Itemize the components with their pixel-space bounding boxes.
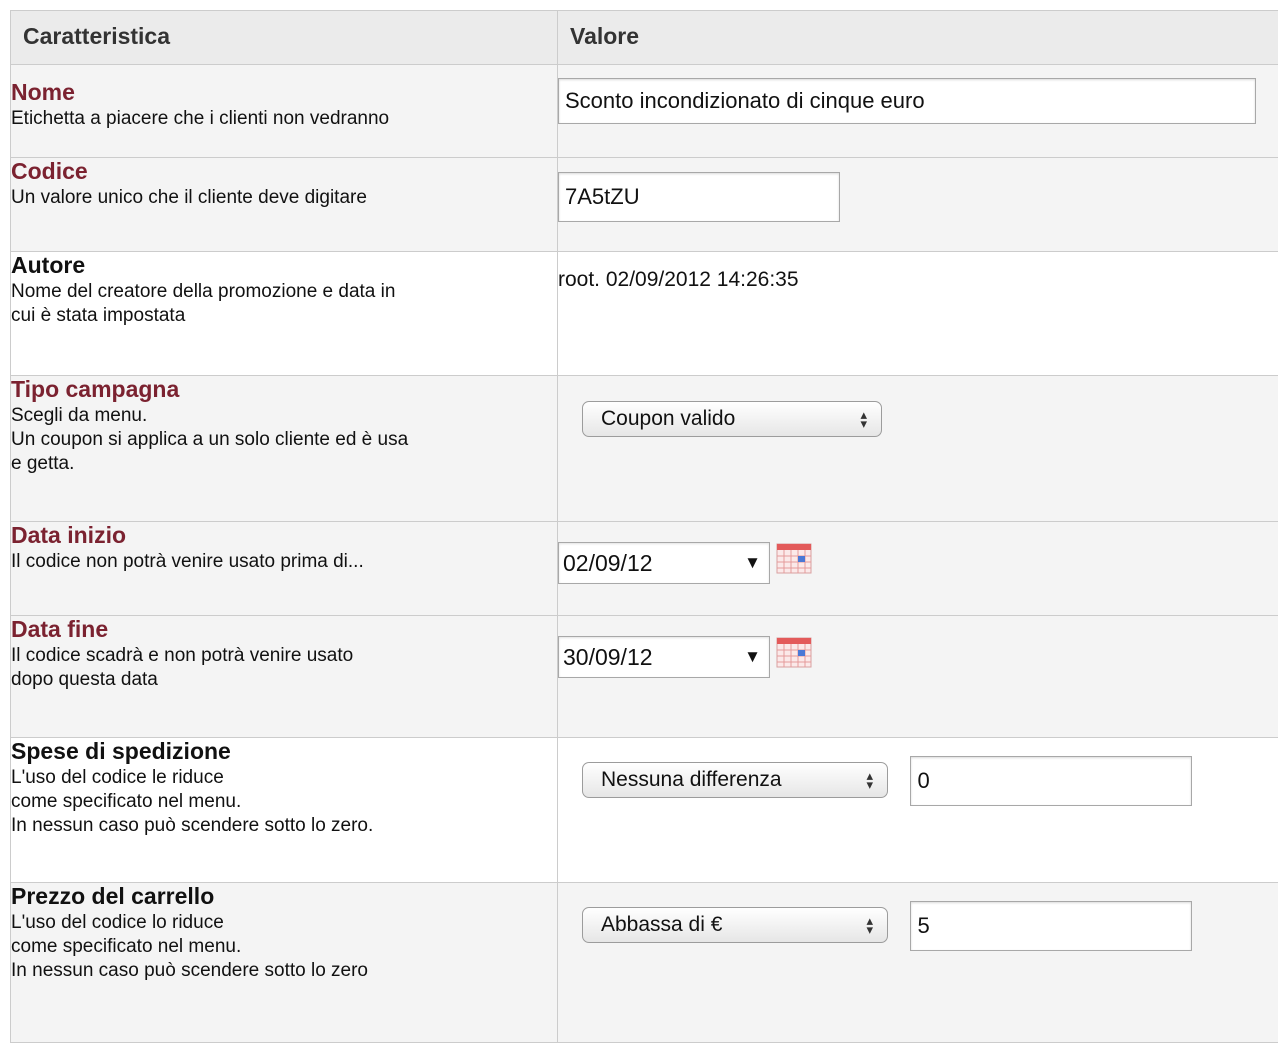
updown-arrows-icon: ▴▾ <box>866 771 873 789</box>
data-inizio-picker[interactable]: 02/09/12 ▼ <box>558 542 770 584</box>
row-autore: Autore Nome del creatore della promozion… <box>11 252 1278 376</box>
nome-input[interactable] <box>558 78 1256 124</box>
inizio-title: Data inizio <box>11 522 557 548</box>
updown-arrows-icon: ▴▾ <box>860 410 867 428</box>
spese-select[interactable]: Nessuna differenza ▴▾ <box>582 762 888 798</box>
fine-title: Data fine <box>11 616 557 642</box>
calendar-icon[interactable] <box>776 542 812 579</box>
spese-input[interactable] <box>910 756 1192 806</box>
prezzo-input[interactable] <box>910 901 1192 951</box>
spese-desc: L'uso del codice le riduce come specific… <box>11 766 557 838</box>
header-caratteristica: Caratteristica <box>11 11 558 65</box>
inizio-value: 02/09/12 <box>563 550 653 577</box>
tipo-title: Tipo campagna <box>11 376 557 402</box>
row-prezzo-carrello: Prezzo del carrello L'uso del codice lo … <box>11 883 1278 1043</box>
row-codice: Codice Un valore unico che il cliente de… <box>11 158 1278 252</box>
row-data-fine: Data fine Il codice scadrà e non potrà v… <box>11 616 1278 738</box>
triangle-down-icon: ▼ <box>744 647 761 667</box>
tipo-campagna-select[interactable]: Coupon valido ▴▾ <box>582 401 882 437</box>
row-data-inizio: Data inizio Il codice non potrà venire u… <box>11 522 1278 616</box>
nome-title: Nome <box>11 79 557 105</box>
inizio-desc: Il codice non potrà venire usato prima d… <box>11 550 557 574</box>
table-header: Caratteristica Valore <box>11 11 1278 65</box>
prezzo-selected: Abbassa di € <box>601 913 722 937</box>
autore-value: root. 02/09/2012 14:26:35 <box>558 264 1278 292</box>
tipo-selected: Coupon valido <box>601 407 735 431</box>
data-fine-picker[interactable]: 30/09/12 ▼ <box>558 636 770 678</box>
row-spese-spedizione: Spese di spedizione L'uso del codice le … <box>11 738 1278 883</box>
fine-desc: Il codice scadrà e non potrà venire usat… <box>11 644 557 692</box>
autore-title: Autore <box>11 252 557 278</box>
fine-value: 30/09/12 <box>563 644 653 671</box>
autore-desc: Nome del creatore della promozione e dat… <box>11 280 557 328</box>
prezzo-desc: L'uso del codice lo riduce come specific… <box>11 911 557 983</box>
triangle-down-icon: ▼ <box>744 553 761 573</box>
spese-selected: Nessuna differenza <box>601 768 782 792</box>
prezzo-title: Prezzo del carrello <box>11 883 557 909</box>
codice-desc: Un valore unico che il cliente deve digi… <box>11 186 557 210</box>
row-nome: Nome Etichetta a piacere che i clienti n… <box>11 65 1278 158</box>
codice-input[interactable] <box>558 172 840 222</box>
tipo-desc: Scegli da menu. Un coupon si applica a u… <box>11 404 557 476</box>
row-tipo-campagna: Tipo campagna Scegli da menu. Un coupon … <box>11 376 1278 522</box>
updown-arrows-icon: ▴▾ <box>866 916 873 934</box>
spese-title: Spese di spedizione <box>11 738 557 764</box>
promotion-properties-table: Caratteristica Valore Nome Etichetta a p… <box>10 10 1278 1043</box>
prezzo-select[interactable]: Abbassa di € ▴▾ <box>582 907 888 943</box>
header-valore: Valore <box>558 11 1278 65</box>
nome-desc: Etichetta a piacere che i clienti non ve… <box>11 107 557 131</box>
codice-title: Codice <box>11 158 557 184</box>
calendar-icon[interactable] <box>776 636 812 673</box>
